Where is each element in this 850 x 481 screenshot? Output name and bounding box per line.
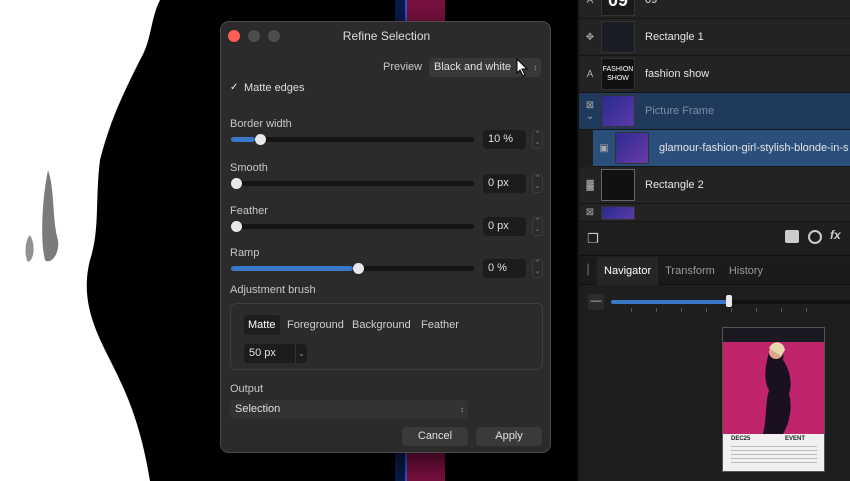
- slider-track[interactable]: [231, 134, 474, 145]
- image-icon: ▣: [599, 142, 609, 154]
- layer-thumbnail: [601, 21, 635, 53]
- slider-value-field[interactable]: 0 px: [483, 174, 526, 193]
- slider-handle[interactable]: [255, 134, 267, 145]
- output-label: Output: [230, 383, 264, 395]
- frame-icon: ⊠: [585, 207, 595, 218]
- adjustment-brush-label: Adjustment brush: [230, 284, 316, 296]
- brush-mode-foreground[interactable]: Foreground: [283, 315, 348, 335]
- preview-event: EVENT: [785, 436, 806, 442]
- slider-stepper[interactable]: ⌃ ⌄: [532, 174, 543, 193]
- layer-row[interactable]: ▣ glamour-fashion-girl-stylish-blonde-in…: [593, 130, 850, 167]
- layer-name: glamour-fashion-girl-stylish-blonde-in-s: [659, 142, 849, 154]
- layer-row[interactable]: ⊠: [579, 204, 850, 222]
- fx-icon[interactable]: fx: [830, 228, 841, 242]
- navigator-preview[interactable]: DEC25 EVENT: [722, 327, 825, 472]
- brush-mode-background[interactable]: Background: [348, 315, 415, 335]
- layer-thumbnail: [615, 132, 649, 164]
- panel-tabs: ┃ Navigator Transform History: [579, 256, 850, 285]
- matte-edges-checkbox[interactable]: ✓: [230, 83, 240, 93]
- dialog-title: Refine Selection: [342, 29, 431, 43]
- zoom-slider-handle[interactable]: [726, 295, 733, 307]
- slider-stepper[interactable]: ⌃ ⌄: [532, 130, 543, 149]
- shape-icon: ✥: [585, 31, 595, 43]
- slider-handle[interactable]: [352, 263, 364, 274]
- slider-label: Ramp: [230, 247, 260, 259]
- cancel-button[interactable]: Cancel: [402, 427, 468, 446]
- text-icon: A: [586, 0, 594, 6]
- preview-date: DEC25: [731, 436, 751, 442]
- brush-size-value: 50 px: [249, 347, 276, 359]
- layer-thumbnail: [601, 95, 635, 127]
- zoom-out-button[interactable]: —: [588, 294, 604, 310]
- layer-name: Rectangle 1: [645, 31, 704, 43]
- layer-row[interactable]: ✥ Rectangle 1: [579, 19, 850, 56]
- navigator-panel: — DEC25 EVENT: [579, 286, 850, 481]
- preview-photo: [723, 328, 824, 434]
- slider-value-field[interactable]: 0 px: [483, 217, 526, 236]
- layer-thumbnail: FASHION SHOW: [601, 58, 635, 90]
- layer-row[interactable]: A FASHION SHOW fashion show: [579, 56, 850, 93]
- mask-icon[interactable]: [785, 230, 799, 243]
- layer-row[interactable]: ▓ Rectangle 2: [579, 167, 850, 204]
- slider-track[interactable]: [231, 221, 474, 232]
- layer-name: Rectangle 2: [645, 179, 704, 191]
- grip-icon[interactable]: ┃: [579, 265, 597, 276]
- slider-label: Smooth: [230, 162, 268, 174]
- layer-thumbnail: [601, 205, 635, 220]
- zoom-ticks: [631, 308, 831, 312]
- slider-label: Border width: [230, 118, 292, 130]
- output-select-value: Selection: [235, 403, 281, 415]
- slider-value-field[interactable]: 0 %: [483, 259, 526, 278]
- chevron-down-icon[interactable]: ⌄: [295, 344, 307, 363]
- layer-name: 09: [645, 0, 658, 6]
- layer-thumbnail: [601, 169, 635, 201]
- chevron-updown-icon: ↕: [460, 405, 464, 414]
- layer-row[interactable]: A 09 09: [579, 0, 850, 19]
- layers-copy-icon[interactable]: ❐: [587, 231, 599, 247]
- chevron-updown-icon: ↕: [533, 63, 537, 72]
- tab-navigator[interactable]: Navigator: [597, 256, 659, 285]
- output-select[interactable]: Selection ↕: [230, 400, 468, 419]
- layer-name: fashion show: [645, 68, 710, 80]
- layer-thumbnail: 09: [601, 0, 635, 16]
- layer-row[interactable]: ⊠ ⌄ Picture Frame: [579, 93, 850, 130]
- slider-stepper[interactable]: ⌃ ⌄: [532, 259, 543, 278]
- slider-value-field[interactable]: 10 %: [483, 130, 526, 149]
- slider-fill: [231, 266, 353, 271]
- slider-track[interactable]: [231, 263, 474, 274]
- tab-history[interactable]: History: [722, 257, 770, 285]
- slider-handle[interactable]: [231, 178, 242, 189]
- adjustment-icon[interactable]: [808, 230, 822, 244]
- slider-handle[interactable]: [231, 221, 242, 232]
- brush-mode-feather[interactable]: Feather: [417, 315, 463, 335]
- zoom-slider[interactable]: [611, 295, 850, 307]
- slider-stepper[interactable]: ⌃ ⌄: [532, 217, 543, 236]
- mouse-cursor-icon: [516, 58, 529, 77]
- slider-fill: [231, 137, 256, 142]
- brush-size-field[interactable]: 50 px ⌄: [244, 344, 307, 363]
- tab-transform[interactable]: Transform: [658, 257, 722, 285]
- refine-selection-dialog: Refine Selection Preview Black and white…: [220, 21, 551, 453]
- layer-tools-bar: ❐ fx: [579, 222, 850, 256]
- slider-label: Feather: [230, 205, 268, 217]
- frame-icon: ⊠ ⌄: [585, 100, 595, 122]
- layer-name: Picture Frame: [645, 105, 715, 117]
- preview-select-value: Black and white: [434, 61, 512, 73]
- apply-button[interactable]: Apply: [476, 427, 542, 446]
- layers-panel: A 09 09 ✥ Rectangle 1 A FASHION SHOW fas…: [577, 0, 850, 481]
- preview-text-lines: [731, 446, 817, 466]
- matte-edges-label: Matte edges: [244, 82, 305, 94]
- text-icon: A: [586, 68, 594, 80]
- preview-label: Preview: [383, 61, 423, 73]
- brush-mode-matte[interactable]: Matte: [244, 315, 280, 335]
- slider-track[interactable]: [231, 178, 474, 189]
- checker-icon: ▓: [586, 179, 594, 191]
- adjustment-brush-box: Matte Foreground Background Feather 50 p…: [230, 303, 543, 370]
